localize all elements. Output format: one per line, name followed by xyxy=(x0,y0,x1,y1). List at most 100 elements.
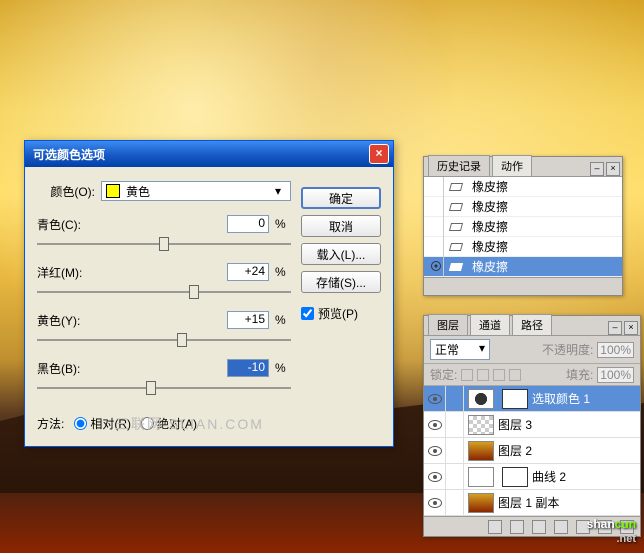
history-item-label: 橡皮擦 xyxy=(472,198,508,215)
slider-label: 黄色(Y): xyxy=(37,312,95,329)
blend-mode-dropdown[interactable]: 正常▾ xyxy=(430,339,490,360)
slider-value-input[interactable]: 0 xyxy=(227,215,269,233)
fill-label: 填充: xyxy=(566,366,593,383)
cancel-button[interactable]: 取消 xyxy=(301,215,381,237)
lock-transparency-icon[interactable] xyxy=(461,369,473,381)
eraser-icon xyxy=(450,220,466,234)
close-icon[interactable]: × xyxy=(606,162,620,176)
slider-thumb-icon xyxy=(177,333,187,347)
visibility-toggle[interactable] xyxy=(424,438,446,463)
visibility-toggle[interactable] xyxy=(424,412,446,437)
history-item[interactable]: 橡皮擦 xyxy=(424,177,622,197)
opacity-label: 不透明度: xyxy=(542,341,593,358)
load-button[interactable]: 载入(L)... xyxy=(301,243,381,265)
layer-thumbnail-icon xyxy=(468,389,494,409)
eye-icon xyxy=(428,446,442,456)
slider-thumb-icon xyxy=(189,285,199,299)
eye-icon xyxy=(428,420,442,430)
history-panel: 历史记录 动作 – × 橡皮擦橡皮擦橡皮擦橡皮擦橡皮擦 xyxy=(423,156,623,296)
history-item-label: 橡皮擦 xyxy=(472,218,508,235)
mask-icon[interactable] xyxy=(532,520,546,534)
history-item-label: 橡皮擦 xyxy=(472,178,508,195)
history-item[interactable]: 橡皮擦 xyxy=(424,257,622,277)
layer-name: 图层 2 xyxy=(498,442,532,459)
watermark: 三联网 SLIAN.COM xyxy=(115,414,264,434)
layer-thumbnail-icon xyxy=(468,441,494,461)
eraser-icon xyxy=(450,200,466,214)
eraser-icon xyxy=(450,180,466,194)
color-label: 颜色(O): xyxy=(37,183,95,200)
opacity-value[interactable]: 100% xyxy=(597,342,634,358)
ok-button[interactable]: 确定 xyxy=(301,187,381,209)
layer-thumbnail-icon xyxy=(468,467,494,487)
lock-all-icon[interactable] xyxy=(509,369,521,381)
history-item-label: 橡皮擦 xyxy=(472,238,508,255)
slider-track[interactable] xyxy=(37,379,291,397)
layer-thumbnail-icon xyxy=(468,493,494,513)
visibility-toggle[interactable] xyxy=(424,490,446,515)
history-brush-icon xyxy=(431,261,441,271)
history-item-label: 橡皮擦 xyxy=(472,258,508,275)
method-label: 方法: xyxy=(37,415,64,432)
color-swatch-icon xyxy=(106,184,120,198)
layers-panel: 图层 通道 路径 – × 正常▾ 不透明度: 100% 锁定: 填充: 100%… xyxy=(423,315,641,537)
layer-item[interactable]: 图层 2 xyxy=(424,438,640,464)
history-item[interactable]: 橡皮擦 xyxy=(424,217,622,237)
eraser-icon xyxy=(450,260,466,274)
link-icon[interactable] xyxy=(488,520,502,534)
tab-actions[interactable]: 动作 xyxy=(492,155,532,176)
eye-icon xyxy=(428,394,442,404)
color-value: 黄色 xyxy=(126,183,150,200)
slider-thumb-icon xyxy=(146,381,156,395)
layer-item[interactable]: 选取颜色 1 xyxy=(424,386,640,412)
preview-checkbox[interactable]: 预览(P) xyxy=(301,305,381,322)
layer-mask-icon xyxy=(502,467,528,487)
lock-position-icon[interactable] xyxy=(493,369,505,381)
layer-name: 图层 1 副本 xyxy=(498,494,559,511)
tab-channels[interactable]: 通道 xyxy=(470,314,510,335)
lock-pixels-icon[interactable] xyxy=(477,369,489,381)
slider-track[interactable] xyxy=(37,331,291,349)
tab-layers[interactable]: 图层 xyxy=(428,314,468,335)
selective-color-dialog: 可选颜色选项 × 颜色(O): 黄色 ▾ 青色(C):0%洋红(M):+24%黄… xyxy=(24,140,394,447)
adjustment-icon[interactable] xyxy=(554,520,568,534)
color-dropdown[interactable]: 黄色 ▾ xyxy=(101,181,291,201)
close-icon[interactable]: × xyxy=(369,144,389,164)
slider-track[interactable] xyxy=(37,283,291,301)
layer-name: 曲线 2 xyxy=(532,468,566,485)
eraser-icon xyxy=(450,240,466,254)
close-icon[interactable]: × xyxy=(624,321,638,335)
layer-name: 选取颜色 1 xyxy=(532,390,590,407)
fx-icon[interactable] xyxy=(510,520,524,534)
layer-item[interactable]: 图层 3 xyxy=(424,412,640,438)
chevron-down-icon: ▾ xyxy=(270,184,286,198)
tab-history[interactable]: 历史记录 xyxy=(428,155,490,176)
layer-mask-icon xyxy=(502,389,528,409)
chevron-down-icon: ▾ xyxy=(479,341,485,358)
save-button[interactable]: 存储(S)... xyxy=(301,271,381,293)
site-logo: shancun .net xyxy=(587,512,636,545)
slider-value-input[interactable]: +15 xyxy=(227,311,269,329)
fill-value[interactable]: 100% xyxy=(597,367,634,383)
layer-thumbnail-icon xyxy=(468,415,494,435)
dialog-titlebar[interactable]: 可选颜色选项 × xyxy=(25,141,393,167)
minimize-icon[interactable]: – xyxy=(608,321,622,335)
slider-thumb-icon xyxy=(159,237,169,251)
dialog-title: 可选颜色选项 xyxy=(33,146,369,163)
eye-icon xyxy=(428,498,442,508)
slider-label: 洋红(M): xyxy=(37,264,95,281)
visibility-toggle[interactable] xyxy=(424,386,446,411)
history-item[interactable]: 橡皮擦 xyxy=(424,237,622,257)
slider-value-input[interactable]: +24 xyxy=(227,263,269,281)
tab-paths[interactable]: 路径 xyxy=(512,314,552,335)
eye-icon xyxy=(428,472,442,482)
slider-label: 青色(C): xyxy=(37,216,95,233)
layer-item[interactable]: 曲线 2 xyxy=(424,464,640,490)
minimize-icon[interactable]: – xyxy=(590,162,604,176)
slider-track[interactable] xyxy=(37,235,291,253)
history-item[interactable]: 橡皮擦 xyxy=(424,197,622,217)
slider-value-input[interactable]: -10 xyxy=(227,359,269,377)
visibility-toggle[interactable] xyxy=(424,464,446,489)
lock-label: 锁定: xyxy=(430,366,457,383)
layer-name: 图层 3 xyxy=(498,416,532,433)
